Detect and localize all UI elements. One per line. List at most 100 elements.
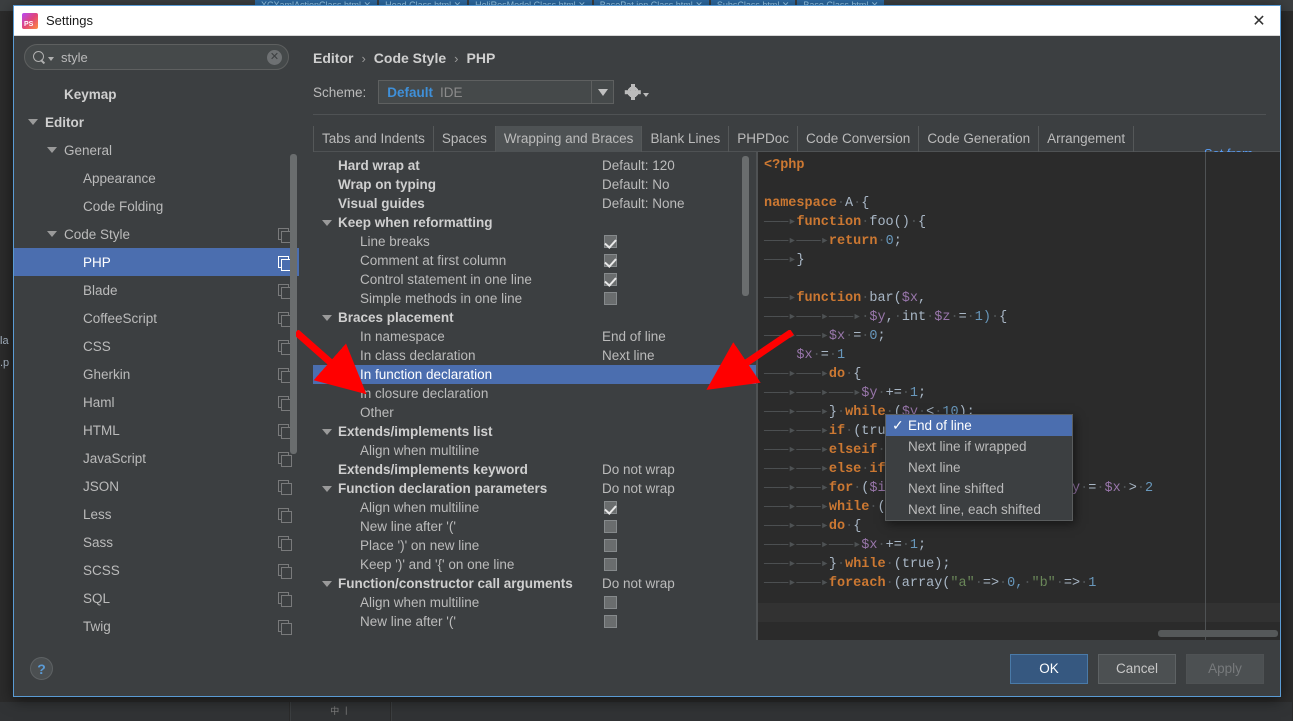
setting-row[interactable]: In namespaceEnd of line bbox=[313, 327, 757, 346]
options-scrollbar[interactable] bbox=[742, 156, 749, 296]
setting-row[interactable]: Line breaks bbox=[313, 232, 757, 251]
setting-checkbox[interactable] bbox=[604, 254, 617, 267]
setting-row[interactable]: In closure declaration bbox=[313, 384, 757, 403]
setting-row[interactable]: Hard wrap atDefault: 120 bbox=[313, 156, 757, 175]
setting-checkbox[interactable] bbox=[604, 501, 617, 514]
setting-row[interactable]: Function/constructor call argumentsDo no… bbox=[313, 574, 757, 593]
sidebar-item-gherkin[interactable]: Gherkin bbox=[14, 360, 299, 388]
dropdown-option[interactable]: Next line bbox=[886, 457, 1072, 478]
setting-row[interactable]: New line after '(' bbox=[313, 517, 757, 536]
search-input[interactable] bbox=[59, 49, 267, 66]
setting-row[interactable]: Simple methods in one line bbox=[313, 289, 757, 308]
setting-value[interactable]: Default: No bbox=[602, 177, 670, 192]
setting-row[interactable]: Align when multiline bbox=[313, 593, 757, 612]
setting-row[interactable]: Align when multiline bbox=[313, 441, 757, 460]
setting-row[interactable]: Place ')' on new line bbox=[313, 536, 757, 555]
setting-row[interactable]: Extends/implements list bbox=[313, 422, 757, 441]
sidebar-item-sql[interactable]: SQL bbox=[14, 584, 299, 612]
tab-code-generation[interactable]: Code Generation bbox=[918, 126, 1038, 152]
chevron-down-icon[interactable] bbox=[28, 119, 38, 125]
setting-row[interactable]: In function declaration bbox=[313, 365, 757, 384]
setting-value[interactable]: Default: None bbox=[602, 196, 685, 211]
braces-placement-dropdown[interactable]: ✓End of lineNext line if wrappedNext lin… bbox=[885, 414, 1073, 521]
setting-checkbox[interactable] bbox=[604, 615, 617, 628]
dropdown-option[interactable]: Next line shifted bbox=[886, 478, 1072, 499]
tab-wrapping-and-braces[interactable]: Wrapping and Braces bbox=[495, 126, 642, 152]
sidebar-item-haml[interactable]: Haml bbox=[14, 388, 299, 416]
dropdown-option[interactable]: Next line if wrapped bbox=[886, 436, 1072, 457]
copy-settings-icon[interactable] bbox=[278, 452, 291, 465]
setting-value[interactable]: Do not wrap bbox=[602, 481, 675, 496]
scheme-select[interactable]: Default IDE bbox=[378, 80, 614, 104]
copy-settings-icon[interactable] bbox=[278, 536, 291, 549]
tab-arrangement[interactable]: Arrangement bbox=[1038, 126, 1134, 152]
chevron-down-icon[interactable] bbox=[47, 231, 57, 237]
setting-value[interactable]: Do not wrap bbox=[602, 462, 675, 477]
sidebar-item-general[interactable]: General bbox=[14, 136, 299, 164]
setting-row[interactable]: Braces placement bbox=[313, 308, 757, 327]
setting-checkbox[interactable] bbox=[604, 520, 617, 533]
tab-spaces[interactable]: Spaces bbox=[433, 126, 495, 152]
chevron-down-icon[interactable] bbox=[322, 486, 332, 492]
setting-checkbox[interactable] bbox=[604, 596, 617, 609]
chevron-down-icon[interactable] bbox=[322, 581, 332, 587]
scheme-settings-button[interactable] bbox=[626, 85, 649, 99]
setting-row[interactable]: Extends/implements keywordDo not wrap bbox=[313, 460, 757, 479]
setting-row[interactable]: Function declaration parametersDo not wr… bbox=[313, 479, 757, 498]
sidebar-item-sass[interactable]: Sass bbox=[14, 528, 299, 556]
setting-row[interactable]: New line after '(' bbox=[313, 612, 757, 631]
setting-row[interactable]: Align when multiline bbox=[313, 498, 757, 517]
setting-checkbox[interactable] bbox=[604, 273, 617, 286]
setting-row[interactable]: Other bbox=[313, 403, 757, 422]
setting-value[interactable]: Do not wrap bbox=[602, 576, 675, 591]
sidebar-item-css[interactable]: CSS bbox=[14, 332, 299, 360]
sidebar-item-appearance[interactable]: Appearance bbox=[14, 164, 299, 192]
tab-blank-lines[interactable]: Blank Lines bbox=[641, 126, 728, 152]
chevron-down-icon[interactable] bbox=[591, 81, 613, 103]
setting-row[interactable]: Comment at first column bbox=[313, 251, 757, 270]
copy-settings-icon[interactable] bbox=[278, 508, 291, 521]
setting-checkbox[interactable] bbox=[604, 292, 617, 305]
setting-checkbox[interactable] bbox=[604, 539, 617, 552]
setting-value[interactable]: Default: 120 bbox=[602, 158, 675, 173]
setting-row[interactable]: In class declarationNext line bbox=[313, 346, 757, 365]
sidebar-item-json[interactable]: JSON bbox=[14, 472, 299, 500]
setting-value[interactable]: Next line bbox=[602, 348, 655, 363]
sidebar-item-code-folding[interactable]: Code Folding bbox=[14, 192, 299, 220]
sidebar-item-scss[interactable]: SCSS bbox=[14, 556, 299, 584]
chevron-down-icon[interactable] bbox=[322, 220, 332, 226]
copy-settings-icon[interactable] bbox=[278, 564, 291, 577]
sidebar-item-blade[interactable]: Blade bbox=[14, 276, 299, 304]
clear-search-icon[interactable]: ✕ bbox=[267, 50, 282, 65]
sidebar-item-javascript[interactable]: JavaScript bbox=[14, 444, 299, 472]
tab-phpdoc[interactable]: PHPDoc bbox=[728, 126, 797, 152]
setting-row[interactable]: Keep ')' and '{' on one line bbox=[313, 555, 757, 574]
copy-settings-icon[interactable] bbox=[278, 592, 291, 605]
preview-scrollbar[interactable] bbox=[1158, 630, 1278, 637]
tab-tabs-and-indents[interactable]: Tabs and Indents bbox=[313, 126, 433, 152]
search-options-caret-icon[interactable] bbox=[48, 57, 54, 61]
ok-button[interactable]: OK bbox=[1010, 654, 1088, 684]
apply-button[interactable]: Apply bbox=[1186, 654, 1264, 684]
cancel-button[interactable]: Cancel bbox=[1098, 654, 1176, 684]
help-button[interactable]: ? bbox=[30, 657, 53, 680]
setting-value[interactable]: End of line bbox=[602, 329, 666, 344]
sidebar-item-php[interactable]: PHP bbox=[14, 248, 299, 276]
sidebar-item-html[interactable]: HTML bbox=[14, 416, 299, 444]
copy-settings-icon[interactable] bbox=[278, 480, 291, 493]
copy-settings-icon[interactable] bbox=[278, 620, 291, 633]
tab-code-conversion[interactable]: Code Conversion bbox=[797, 126, 918, 152]
chevron-down-icon[interactable] bbox=[322, 315, 332, 321]
setting-checkbox[interactable] bbox=[604, 235, 617, 248]
setting-row[interactable]: Control statement in one line bbox=[313, 270, 757, 289]
sidebar-item-twig[interactable]: Twig bbox=[14, 612, 299, 640]
dropdown-option[interactable]: Next line, each shifted bbox=[886, 499, 1072, 520]
setting-checkbox[interactable] bbox=[604, 558, 617, 571]
setting-row[interactable]: Visual guidesDefault: None bbox=[313, 194, 757, 213]
chevron-down-icon[interactable] bbox=[322, 429, 332, 435]
dropdown-option[interactable]: ✓End of line bbox=[886, 415, 1072, 436]
sidebar-item-editor[interactable]: Editor bbox=[14, 108, 299, 136]
close-icon[interactable]: ✕ bbox=[1246, 10, 1272, 32]
sidebar-item-code-style[interactable]: Code Style bbox=[14, 220, 299, 248]
sidebar-item-coffeescript[interactable]: CoffeeScript bbox=[14, 304, 299, 332]
